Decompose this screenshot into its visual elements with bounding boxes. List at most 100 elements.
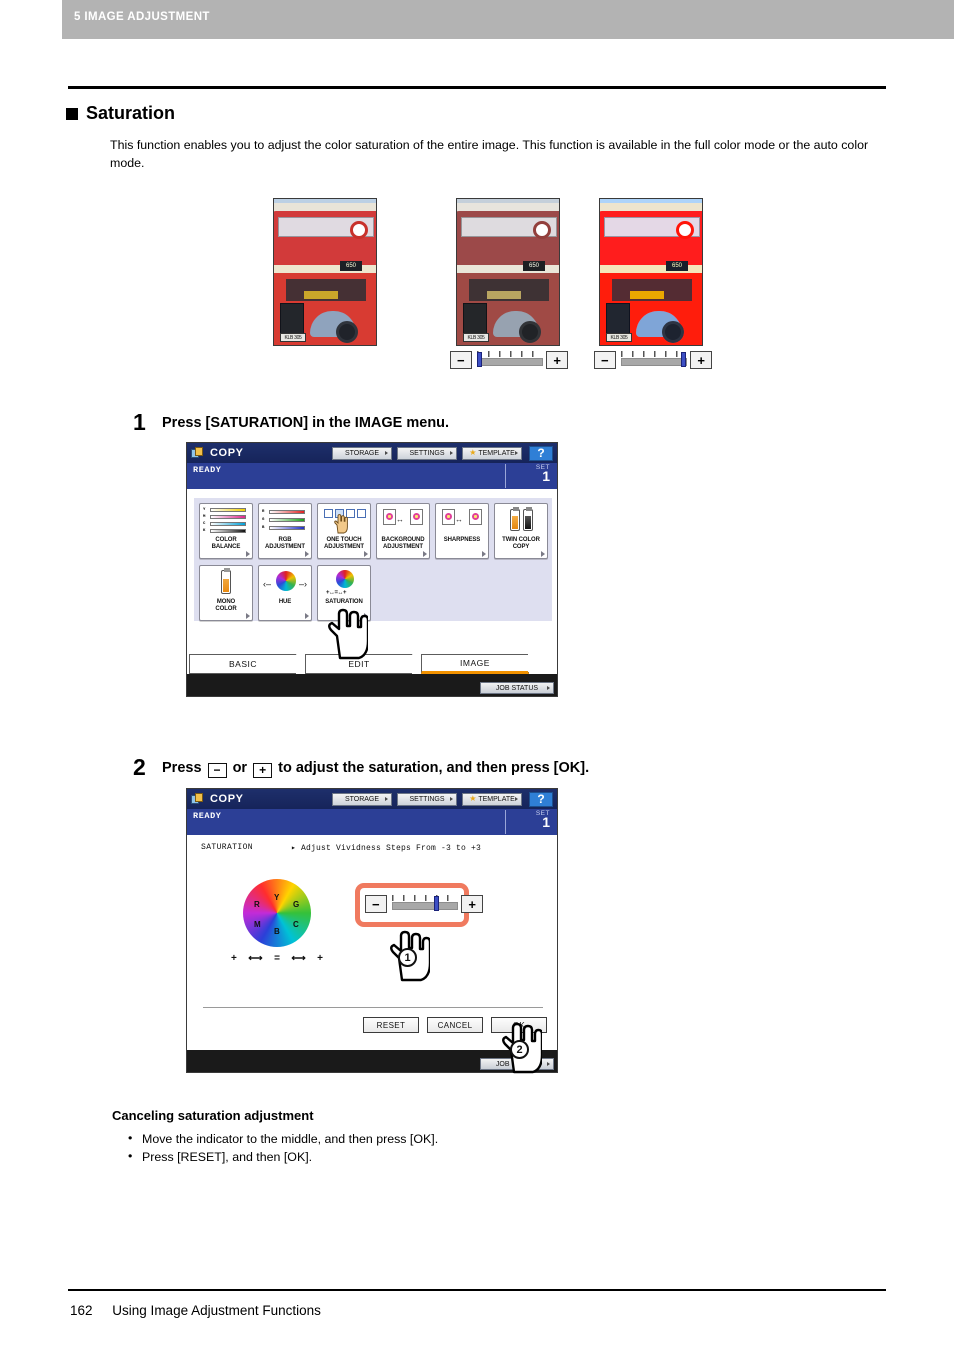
hand-pointer-icon bbox=[334, 514, 348, 534]
settings-button-label: SETTINGS bbox=[409, 449, 445, 457]
rgb-adjustment-icon: R G B bbox=[261, 507, 309, 535]
sample-image-high-saturation: 650 KLB 305 bbox=[599, 198, 703, 346]
copy-app-icon bbox=[191, 792, 205, 806]
slider-bar bbox=[391, 902, 458, 910]
saturation-plus-button[interactable]: + bbox=[461, 895, 483, 913]
step-2-text-before: Press bbox=[162, 760, 202, 776]
submenu-arrow-icon bbox=[305, 551, 309, 557]
tab-image[interactable]: IMAGE bbox=[421, 651, 539, 674]
wheel-scale-2: = bbox=[274, 953, 280, 964]
sharpness-button[interactable]: ↔ SHARPNESS bbox=[435, 503, 489, 559]
hue-label: HUE bbox=[278, 599, 292, 605]
sharpness-icon: ↔ bbox=[438, 507, 486, 535]
twin-color-copy-icon bbox=[497, 507, 545, 535]
saturation-screen-body: SATURATION ▸ Adjust Vividness Steps From… bbox=[187, 835, 557, 1050]
panel-app-title: COPY bbox=[210, 793, 244, 805]
copier-screen-image-menu[interactable]: COPY STORAGE SETTINGS ★ TEMPLATE ? READY… bbox=[186, 442, 558, 697]
wheel-label-c: C bbox=[293, 920, 299, 929]
section-intro-text: This function enables you to adjust the … bbox=[110, 138, 869, 170]
reset-button[interactable]: RESET bbox=[363, 1017, 419, 1033]
wheel-scale-3: ⟷ bbox=[291, 953, 306, 964]
twin-color-copy-label: TWIN COLOR COPY bbox=[502, 537, 540, 550]
submenu-arrow-icon bbox=[364, 551, 368, 557]
background-adjustment-button[interactable]: ↔ BACKGROUND ADJUSTMENT bbox=[376, 503, 430, 559]
settings-button-label: SETTINGS bbox=[409, 795, 445, 803]
saturation-mode-label: SATURATION bbox=[201, 843, 254, 852]
sample-slider-low[interactable]: − + bbox=[450, 349, 568, 371]
panel-app-title: COPY bbox=[210, 447, 244, 459]
sample-slider-high[interactable]: − + bbox=[594, 349, 712, 371]
slider-bar bbox=[620, 358, 687, 366]
canceling-list: Move the indicator to the middle, and th… bbox=[126, 1129, 438, 1166]
set-count-box: SET 1 bbox=[505, 464, 553, 488]
help-button[interactable]: ? bbox=[529, 791, 553, 807]
hue-icon: ‹– –› bbox=[261, 569, 309, 597]
image-menu-body: Y M C K COLOR BALANCE R G B RGB ADJUSTMENT bbox=[187, 489, 557, 674]
sample-slider-high-minus-button[interactable]: − bbox=[594, 351, 616, 369]
saturation-icon: +↔=↔+ bbox=[320, 569, 368, 597]
screen1-tab-bar[interactable]: BASIC EDIT IMAGE bbox=[187, 651, 559, 674]
wheel-scale-legend: + ⟷ = ⟷ + bbox=[231, 953, 323, 964]
section-title-text: Saturation bbox=[86, 103, 176, 123]
settings-button[interactable]: SETTINGS bbox=[397, 446, 457, 460]
function-row-1: Y M C K COLOR BALANCE R G B RGB ADJUSTMENT bbox=[199, 503, 548, 559]
sample-image-row: 650 KLB 305 650 KLB 305 650 KLB 305 − + … bbox=[0, 190, 954, 471]
footer-title: Using Image Adjustment Functions bbox=[112, 1303, 321, 1318]
sample-slider-high-track[interactable] bbox=[620, 351, 687, 369]
saturation-slider[interactable]: − + bbox=[365, 893, 483, 915]
sample-slider-low-minus-button[interactable]: − bbox=[450, 351, 472, 369]
twin-color-copy-button[interactable]: TWIN COLOR COPY bbox=[494, 503, 548, 559]
submenu-arrow-icon bbox=[541, 551, 545, 557]
saturation-label: SATURATION bbox=[325, 599, 363, 605]
settings-button[interactable]: SETTINGS bbox=[397, 792, 457, 806]
storage-button-label: STORAGE bbox=[344, 449, 380, 457]
job-status-button[interactable]: JOB STATUS bbox=[480, 682, 554, 694]
wheel-label-g: G bbox=[293, 900, 300, 909]
one-touch-adjustment-button[interactable]: ONE TOUCH ADJUSTMENT bbox=[317, 503, 371, 559]
one-touch-adjustment-label: ONE TOUCH ADJUSTMENT bbox=[323, 537, 364, 550]
tab-edit-label: EDIT bbox=[348, 659, 370, 669]
slider-ticks bbox=[620, 351, 687, 357]
background-adjustment-icon: ↔ bbox=[379, 507, 427, 535]
sample-image-original: 650 KLB 305 bbox=[273, 198, 377, 346]
sample-slider-high-plus-button[interactable]: + bbox=[690, 351, 712, 369]
sharpness-label: SHARPNESS bbox=[443, 537, 481, 543]
template-button[interactable]: ★ TEMPLATE bbox=[462, 792, 522, 806]
saturation-slider-track[interactable] bbox=[391, 895, 458, 913]
sample-slider-low-track[interactable] bbox=[476, 351, 543, 369]
slider-knob[interactable] bbox=[680, 352, 686, 367]
list-item: Press [RESET], and then [OK]. bbox=[126, 1147, 438, 1166]
set-count-box: SET 1 bbox=[505, 810, 553, 834]
slider-bar bbox=[476, 358, 543, 366]
submenu-arrow-icon bbox=[246, 613, 250, 619]
slider-knob[interactable] bbox=[433, 896, 439, 911]
copy-app-icon bbox=[191, 446, 205, 460]
step-1-number: 1 bbox=[133, 409, 146, 435]
storage-button-label: STORAGE bbox=[344, 795, 380, 803]
sample-image-low-saturation: 650 KLB 305 bbox=[456, 198, 560, 346]
canceling-heading: Canceling saturation adjustment bbox=[112, 1108, 314, 1123]
template-button[interactable]: ★ TEMPLATE bbox=[462, 446, 522, 460]
step-1-text: Press [SATURATION] in the IMAGE menu. bbox=[162, 415, 450, 431]
wheel-scale-0: + bbox=[231, 953, 237, 964]
help-button[interactable]: ? bbox=[529, 445, 553, 461]
hue-button[interactable]: ‹– –› HUE bbox=[258, 565, 312, 621]
step-2-text-after: to adjust the saturation, and then press… bbox=[278, 760, 590, 776]
mono-color-button[interactable]: MONO COLOR bbox=[199, 565, 253, 621]
callout-1: 1 bbox=[398, 948, 417, 967]
storage-button[interactable]: STORAGE bbox=[332, 792, 392, 806]
color-balance-label: COLOR BALANCE bbox=[211, 537, 241, 550]
slider-knob[interactable] bbox=[476, 352, 482, 367]
bullet-square-icon bbox=[66, 107, 78, 120]
header-rule bbox=[68, 86, 886, 89]
storage-button[interactable]: STORAGE bbox=[332, 446, 392, 460]
cancel-button[interactable]: CANCEL bbox=[427, 1017, 483, 1033]
saturation-minus-button[interactable]: − bbox=[365, 895, 387, 913]
sample-slider-low-plus-button[interactable]: + bbox=[546, 351, 568, 369]
tab-basic[interactable]: BASIC bbox=[189, 653, 307, 674]
rgb-adjustment-button[interactable]: R G B RGB ADJUSTMENT bbox=[258, 503, 312, 559]
color-balance-button[interactable]: Y M C K COLOR BALANCE bbox=[199, 503, 253, 559]
chapter-title: 5 IMAGE ADJUSTMENT bbox=[74, 11, 210, 23]
mono-color-label: MONO COLOR bbox=[215, 599, 237, 612]
inline-plus-key: + bbox=[253, 762, 273, 778]
